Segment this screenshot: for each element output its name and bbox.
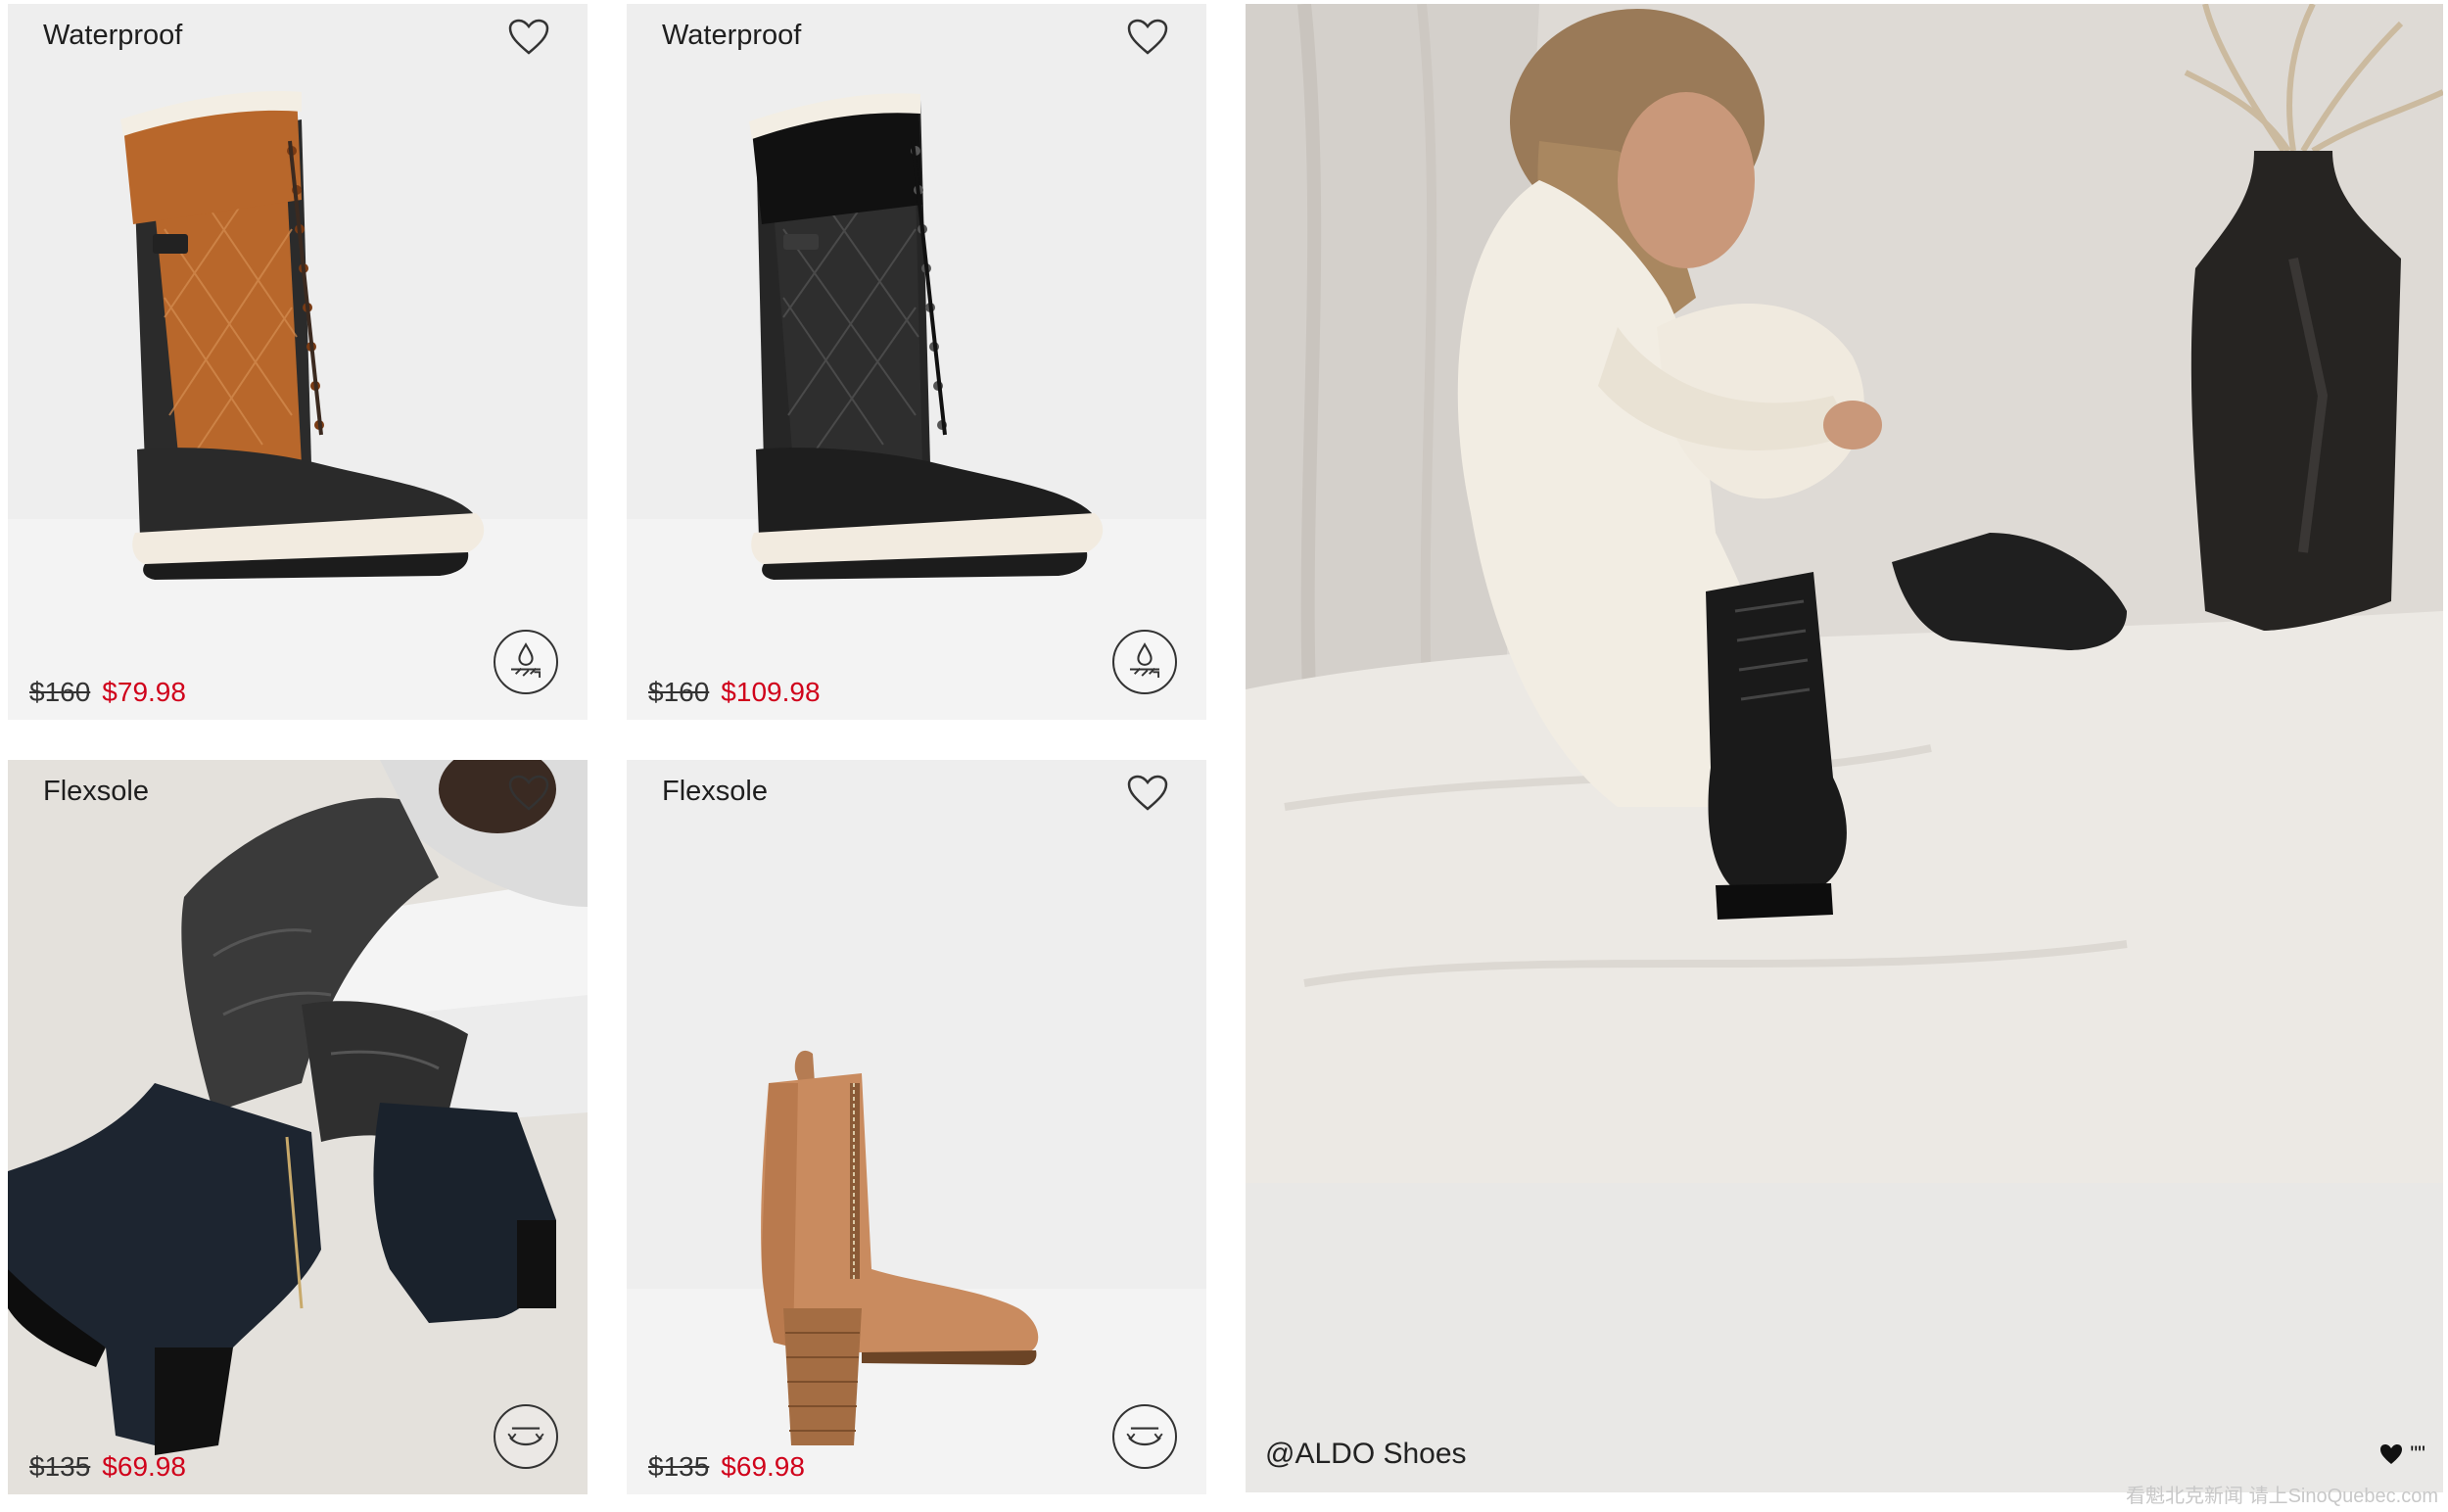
original-price: $135 <box>648 1451 710 1482</box>
sale-price: $109.98 <box>721 677 821 707</box>
ugc-like-count: "" <box>2410 1441 2425 1466</box>
water-drop-icon[interactable] <box>494 630 558 694</box>
price-row: $135 $69.98 <box>648 1451 805 1483</box>
ugc-photo[interactable] <box>1246 4 2443 1183</box>
original-price: $160 <box>648 677 710 707</box>
flex-sole-icon[interactable] <box>494 1404 558 1469</box>
price-row: $160 $79.98 <box>29 677 186 708</box>
product-image[interactable] <box>8 4 588 720</box>
price-row: $160 $109.98 <box>648 677 821 708</box>
sale-price: $79.98 <box>102 677 186 707</box>
ugc-like-button[interactable]: "" <box>2378 1441 2425 1467</box>
lifestyle-image[interactable] <box>8 760 588 1494</box>
product-tag: Flexsole <box>662 776 768 807</box>
wishlist-heart-icon[interactable] <box>1126 18 1169 57</box>
heart-filled-icon <box>2380 1444 2403 1464</box>
wishlist-heart-icon[interactable] <box>507 774 550 813</box>
wishlist-heart-icon[interactable] <box>1126 774 1169 813</box>
product-tag: Flexsole <box>43 776 149 807</box>
product-tag: Waterproof <box>662 20 802 51</box>
product-image[interactable] <box>627 4 1206 720</box>
product-card[interactable]: Flexsole $135 $69.98 <box>8 760 588 1494</box>
product-card[interactable]: Waterproof $160 $109.98 <box>627 4 1206 720</box>
original-price: $135 <box>29 1451 91 1482</box>
wishlist-heart-icon[interactable] <box>507 18 550 57</box>
product-card[interactable]: Flexsole $135 $69.98 <box>627 760 1206 1494</box>
product-image[interactable] <box>627 760 1206 1494</box>
sale-price: $69.98 <box>721 1451 805 1482</box>
product-tag: Waterproof <box>43 20 183 51</box>
price-row: $135 $69.98 <box>29 1451 186 1483</box>
original-price: $160 <box>29 677 91 707</box>
product-card[interactable]: Waterproof $160 $79.98 <box>8 4 588 720</box>
ugc-panel[interactable]: @ALDO Shoes "" <box>1246 4 2443 1492</box>
ugc-handle[interactable]: @ALDO Shoes <box>1265 1438 1467 1471</box>
watermark-text: 看魁北克新闻 请上SinoQuebec.com <box>2126 1486 2438 1507</box>
flex-sole-icon[interactable] <box>1112 1404 1177 1469</box>
water-drop-icon[interactable] <box>1112 630 1177 694</box>
sale-price: $69.98 <box>102 1451 186 1482</box>
